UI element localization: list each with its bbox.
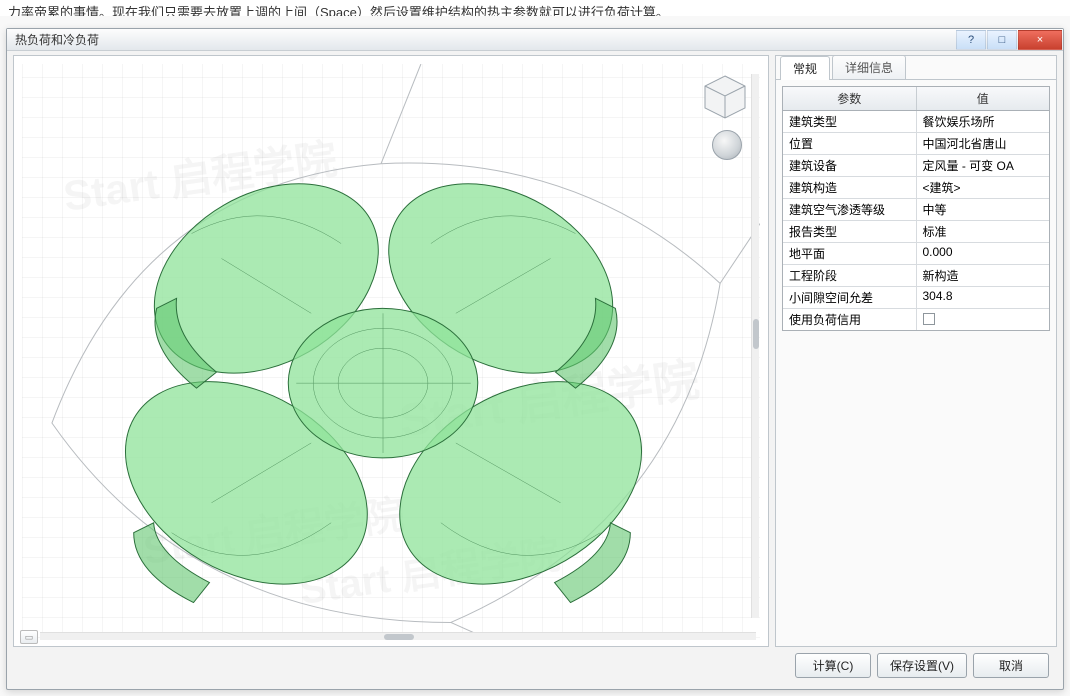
param-label: 建筑类型 [783,111,917,132]
cancel-button[interactable]: 取消 [973,653,1049,678]
parameters-table: 参数 值 建筑类型餐饮娱乐场所位置中国河北省唐山建筑设备定风量 - 可变 OA建… [782,86,1050,331]
param-label: 位置 [783,133,917,154]
param-value[interactable]: 新构造 [917,265,1050,286]
dialog-titlebar[interactable]: 热负荷和冷负荷 ? □ × [7,29,1063,51]
context-caption: 力率帝累的事情。现在我们只需要去放置上调的上间（Space）然后设置维护结构的热… [0,0,1070,16]
help-button[interactable]: ? [956,30,986,50]
param-value[interactable]: 标准 [917,221,1050,242]
view-widget-icon[interactable]: ▭ [20,630,38,644]
table-row[interactable]: 使用负荷信用 [783,309,1049,330]
steering-wheel-icon[interactable] [712,130,742,160]
horizontal-scroll-thumb[interactable] [384,634,414,640]
param-label: 小间隙空间允差 [783,287,917,308]
dialog-button-row: 计算(C) 保存设置(V) 取消 [13,647,1057,683]
table-row[interactable]: 建筑构造<建筑> [783,177,1049,199]
checkbox[interactable] [923,313,935,325]
heating-cooling-load-dialog: 热负荷和冷负荷 ? □ × Start 启程学院 Start 启程学院 Star… [6,28,1064,690]
table-row[interactable]: 工程阶段新构造 [783,265,1049,287]
table-row[interactable]: 建筑设备定风量 - 可变 OA [783,155,1049,177]
tab-general[interactable]: 常规 [780,56,830,80]
param-label: 建筑空气渗透等级 [783,199,917,220]
table-row[interactable]: 位置中国河北省唐山 [783,133,1049,155]
vertical-scroll-thumb[interactable] [753,319,759,349]
horizontal-scrollbar[interactable] [40,632,756,640]
param-value[interactable]: 定风量 - 可变 OA [917,155,1050,176]
column-header-value: 值 [917,87,1050,110]
vertical-scrollbar[interactable] [751,74,759,618]
param-value[interactable]: 中国河北省唐山 [917,133,1050,154]
building-model-icon [22,64,760,638]
param-label: 地平面 [783,243,917,264]
param-label: 报告类型 [783,221,917,242]
table-row[interactable]: 建筑空气渗透等级中等 [783,199,1049,221]
param-label: 建筑设备 [783,155,917,176]
param-value[interactable]: 304.8 [917,287,1050,308]
param-value[interactable] [917,309,1050,330]
save-settings-button[interactable]: 保存设置(V) [877,653,967,678]
maximize-button[interactable]: □ [987,30,1017,50]
tab-details[interactable]: 详细信息 [832,55,906,79]
panel-tabs: 常规 详细信息 [776,56,1056,80]
model-viewport[interactable]: Start 启程学院 Start 启程学院 Start 启程学院 Start 启… [13,55,769,647]
table-row[interactable]: 小间隙空间允差304.8 [783,287,1049,309]
param-label: 建筑构造 [783,177,917,198]
view-cube[interactable] [700,72,750,122]
param-label: 工程阶段 [783,265,917,286]
dialog-title: 热负荷和冷负荷 [7,31,956,48]
table-row[interactable]: 报告类型标准 [783,221,1049,243]
close-button[interactable]: × [1018,30,1062,50]
column-header-param: 参数 [783,87,917,110]
calculate-button[interactable]: 计算(C) [795,653,871,678]
param-value[interactable]: 0.000 [917,243,1050,264]
param-label: 使用负荷信用 [783,309,917,330]
table-row[interactable]: 地平面0.000 [783,243,1049,265]
parameters-panel: 常规 详细信息 参数 值 建筑类型餐饮娱乐场所位置中国河北省唐山建筑设备定风量 … [775,55,1057,647]
table-row[interactable]: 建筑类型餐饮娱乐场所 [783,111,1049,133]
param-value[interactable]: 餐饮娱乐场所 [917,111,1050,132]
param-value[interactable]: 中等 [917,199,1050,220]
param-value[interactable]: <建筑> [917,177,1050,198]
